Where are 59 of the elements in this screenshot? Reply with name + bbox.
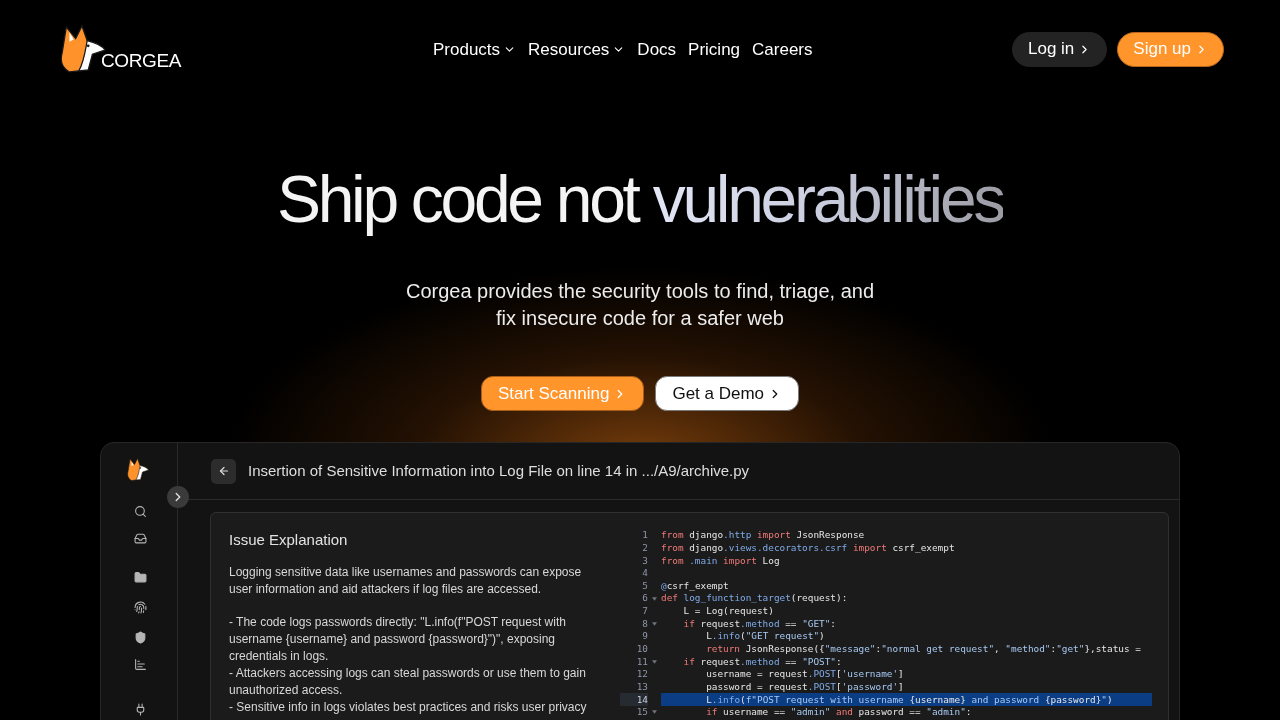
explanation-point: - Sensitive info in logs violates best practices and risks user privacy: [229, 699, 588, 716]
nav-link[interactable]: Docs: [637, 40, 677, 58]
nav-link[interactable]: Products: [433, 40, 517, 58]
line-number: 5: [641, 579, 648, 593]
code-text: if request.method == "POST":: [682, 655, 843, 669]
line-number: 2: [641, 541, 648, 555]
arrow-left-icon: [217, 465, 230, 477]
log-in-button[interactable]: Log in: [1012, 31, 1108, 67]
code-text: username = request.POST['username']: [705, 668, 905, 681]
demo-button[interactable]: Get a Demo: [655, 376, 800, 411]
fingerprint-icon[interactable]: [134, 601, 147, 614]
fold-caret-icon[interactable]: [652, 659, 657, 664]
line-number: 3: [641, 554, 648, 567]
line-number: 8: [641, 617, 648, 631]
folder-icon[interactable]: [134, 571, 147, 584]
line-number: 10: [635, 642, 648, 656]
shield-icon[interactable]: [134, 631, 147, 644]
code-text: if request.method == "GET":: [682, 617, 837, 631]
line-number: 9: [641, 630, 648, 643]
fold-caret-icon[interactable]: [652, 710, 657, 715]
nav-link[interactable]: Pricing: [688, 40, 741, 58]
line-number: 6: [641, 592, 648, 605]
explanation-point: - Attackers accessing logs can steal passwords or use them to gain unauthorized access.: [229, 665, 587, 699]
code-text: L.info(f"POST request with username {username} and password {password}"): [661, 693, 1152, 706]
code-text: L = Log(request): [682, 604, 775, 618]
code-text: from .main import Log: [661, 554, 781, 567]
code-text: from django.http import JsonResponse: [661, 529, 866, 542]
line-number: 12: [635, 668, 648, 681]
hero-subtitle: Corgea provides the security tools to find, triage, and fix insecure code for a safer web: [404, 279, 875, 331]
explanation-text: Logging sensitive data like usernames and passwords can expose user information and aid attackers if log files are accessed.: [229, 564, 583, 598]
fox-logo-icon[interactable]: [126, 458, 149, 481]
nav-link[interactable]: Careers: [752, 40, 813, 58]
back-button[interactable]: [211, 458, 236, 484]
line-number: 15: [635, 705, 648, 719]
issue-title: Insertion of Sensitive Information into Log File on line 14 in .../A9/archive.py: [248, 460, 750, 481]
line-number: 13: [635, 680, 648, 694]
fold-caret-icon[interactable]: [652, 596, 657, 601]
nav-link[interactable]: Resources: [528, 40, 626, 58]
explanation-point: - The code logs passwords directly: "L.info(f"POST request with username {username} and password {password}")", exposing credentials in logs.: [229, 614, 567, 665]
line-number: 4: [641, 566, 648, 580]
logo-wordmark[interactable]: CORGEA: [101, 51, 182, 70]
plug-icon[interactable]: [134, 703, 147, 716]
inbox-icon[interactable]: [134, 532, 147, 545]
search-icon[interactable]: [134, 505, 147, 518]
fold-caret-icon[interactable]: [652, 621, 657, 626]
code-text: return JsonResponse({"message":"normal get request", "method":"get"},status =: [705, 642, 1142, 656]
line-number: 14: [620, 693, 648, 706]
code-text: from django.views.decorators.csrf import csrf_exempt: [661, 541, 956, 555]
bar-chart-icon[interactable]: [134, 658, 147, 671]
code-text: def log_function_target(request):: [661, 592, 849, 605]
line-number: 7: [641, 604, 648, 618]
code-text: @csrf_exempt: [661, 579, 730, 593]
code-text: L.info("GET request"): [705, 630, 826, 643]
code-text: if username == "admin" and password == "admin":: [705, 705, 973, 719]
section-heading: Issue Explanation: [229, 531, 349, 549]
line-number: 11: [635, 655, 648, 669]
line-number: 1: [641, 529, 648, 542]
expand-sidebar-button[interactable]: [167, 486, 189, 508]
code-text: password = request.POST['password']: [705, 680, 905, 694]
